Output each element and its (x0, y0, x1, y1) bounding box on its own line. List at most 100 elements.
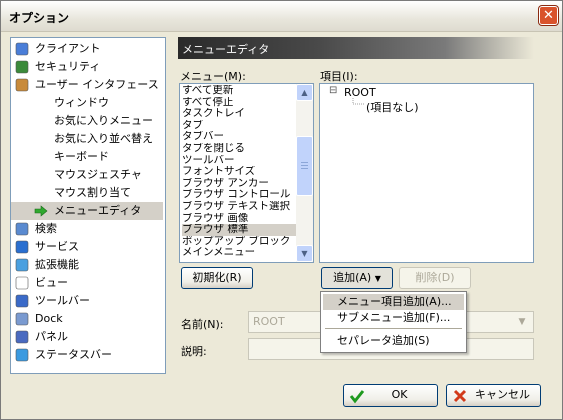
menu-list-item[interactable]: タブを閉じる (182, 143, 296, 155)
security-shield-icon (15, 60, 29, 74)
nav-item[interactable]: サービス (11, 238, 163, 256)
menu-separator (325, 328, 462, 329)
menu-list-item[interactable]: ブラウザ 画像 (182, 213, 296, 225)
description-label: 説明: (181, 345, 207, 358)
cross-icon (453, 389, 467, 403)
service-globe-icon (15, 240, 29, 254)
nav-item[interactable]: クライアント (11, 40, 163, 58)
nav-item-label: お気に入り並べ替え (54, 132, 153, 145)
menu-list-item[interactable]: フォントサイズ (182, 166, 296, 178)
nav-item-label: ステータスバー (35, 348, 112, 361)
nav-item[interactable]: 拡張機能 (11, 256, 163, 274)
nav-item[interactable]: メニューエディタ (11, 202, 163, 220)
reset-button[interactable]: 初期化(R) (181, 267, 253, 289)
nav-item[interactable]: マウス割り当て (11, 184, 163, 202)
toolbar-icon (15, 294, 29, 308)
add-dropdown-menu: メニュー項目追加(A)... サブメニュー追加(F)... セパレータ追加(S) (320, 291, 467, 353)
menu-list-item[interactable]: ツールバー (182, 155, 296, 167)
menu-item-add-separator[interactable]: セパレータ追加(S) (323, 333, 464, 349)
options-category-tree[interactable]: クライアント セキュリティユーザー インタフェースウィンドウお気に入りメニュー お気… (10, 37, 166, 374)
menu-list-item[interactable]: すべて停止 (182, 97, 296, 109)
scroll-thumb[interactable] (296, 136, 313, 196)
menu-list-item[interactable]: メインメニュー (182, 247, 296, 259)
close-button[interactable]: ✕ (539, 6, 558, 25)
tree-collapse-icon[interactable]: ⊟ (329, 85, 337, 96)
menu-list-item[interactable]: ブラウザ コントロール (182, 189, 296, 201)
section-title: メニューエディタ (182, 43, 270, 56)
name-field-chevron-icon[interactable]: ▼ (514, 313, 530, 331)
nav-item-label: マウス割り当て (54, 186, 131, 199)
menu-item-add-submenu[interactable]: サブメニュー追加(F)... (323, 310, 464, 326)
window-title: オプション (9, 11, 70, 25)
nav-item[interactable]: 検索 (11, 220, 163, 238)
dock-icon (15, 312, 29, 326)
scroll-up-icon: ▲ (301, 88, 308, 97)
nav-item[interactable]: マウスジェスチャ (11, 166, 163, 184)
nav-item-label: ビュー (35, 276, 68, 289)
search-icon (15, 222, 29, 236)
name-field-value: ROOT (253, 315, 285, 328)
green-arrow-icon (34, 204, 48, 218)
nav-item[interactable]: ビュー (11, 274, 163, 292)
menu-list-item[interactable]: タブ (182, 120, 296, 132)
ok-button[interactable]: OK (343, 384, 438, 407)
title-bar: オプション ✕ (1, 1, 562, 32)
menu-listbox[interactable]: すべて更新 すべて停止 タスクトレイ タブ タブバー タブを閉じる ツールバー フォントサイズ… (179, 83, 314, 263)
nav-item-label: お気に入りメニュー (54, 114, 153, 127)
tree-connector-line (352, 98, 364, 105)
menu-items-tree[interactable]: ⊟ ROOT (項目なし) (319, 83, 534, 263)
nav-item[interactable]: パネル (11, 328, 163, 346)
items-tree-label: 項目(I): (320, 70, 358, 83)
nav-item[interactable]: キーボード (11, 148, 163, 166)
delete-button[interactable]: 削除(D) (399, 267, 471, 289)
options-dialog: オプション ✕ クライアント セキュリティユーザー インタフェースウィンドウお気に… (0, 0, 563, 420)
close-icon: ✕ (543, 8, 554, 23)
panel-icon (15, 330, 29, 344)
menu-list-item[interactable]: ポップアップ ブロック (182, 236, 296, 248)
scroll-up-button[interactable]: ▲ (296, 84, 313, 101)
cancel-label: キャンセル (475, 388, 530, 401)
cancel-button[interactable]: キャンセル (446, 384, 541, 407)
menu-list-item[interactable]: ブラウザ テキスト選択 (182, 201, 296, 213)
nav-item[interactable]: お気に入りメニュー (11, 112, 163, 130)
ok-label: OK (391, 388, 408, 401)
nav-item[interactable]: Dock (11, 310, 163, 328)
add-button[interactable]: 追加(A) ▼ (321, 267, 393, 289)
nav-item[interactable]: ウィンドウ (11, 94, 163, 112)
nav-item[interactable]: ステータスバー (11, 346, 163, 364)
menu-list-item[interactable]: タブバー (182, 131, 296, 143)
nav-item-label: メニューエディタ (54, 204, 142, 217)
nav-item[interactable]: お気に入り並べ替え (11, 130, 163, 148)
users-icon (15, 78, 29, 92)
scroll-grip-line (301, 165, 308, 166)
nav-item-label: マウスジェスチャ (54, 168, 142, 181)
menu-list-item[interactable]: タスクトレイ (182, 108, 296, 120)
nav-item[interactable]: セキュリティ (11, 58, 163, 76)
nav-item-label: Dock (35, 312, 63, 325)
menu-list-rows: すべて更新 すべて停止 タスクトレイ タブ タブバー タブを閉じる ツールバー フォントサイズ… (182, 85, 296, 259)
statusbar-icon (15, 348, 29, 362)
menu-item-add-item[interactable]: メニュー項目追加(A)... (323, 294, 464, 310)
nav-item-label: クライアント (35, 42, 101, 55)
nav-item-label: ツールバー (35, 294, 90, 307)
menu-list-item[interactable]: すべて更新 (182, 85, 296, 97)
name-label: 名前(N): (181, 318, 224, 331)
chevron-down-icon: ▼ (374, 274, 381, 283)
section-header: メニューエディタ (178, 37, 534, 59)
checkmark-icon (349, 390, 365, 404)
menu-list-scrollbar[interactable]: ▲ ▼ (296, 84, 313, 262)
client-icon (15, 42, 29, 56)
scroll-down-button[interactable]: ▼ (296, 245, 313, 262)
scroll-grip-line (301, 162, 308, 163)
nav-item[interactable]: ツールバー (11, 292, 163, 310)
menu-list-item[interactable]: ブラウザ 標準 (182, 224, 296, 236)
menu-list-label: メニュー(M): (180, 70, 246, 83)
nav-item-label: セキュリティ (35, 60, 101, 73)
nav-item-label: パネル (35, 330, 68, 343)
extension-cube-icon (15, 258, 29, 272)
scroll-down-icon: ▼ (301, 249, 308, 258)
nav-item[interactable]: ユーザー インタフェース (11, 76, 163, 94)
menu-list-item[interactable]: ブラウザ アンカー (182, 178, 296, 190)
nav-item-label: ユーザー インタフェース (35, 78, 159, 91)
scroll-grip-line (301, 168, 308, 169)
